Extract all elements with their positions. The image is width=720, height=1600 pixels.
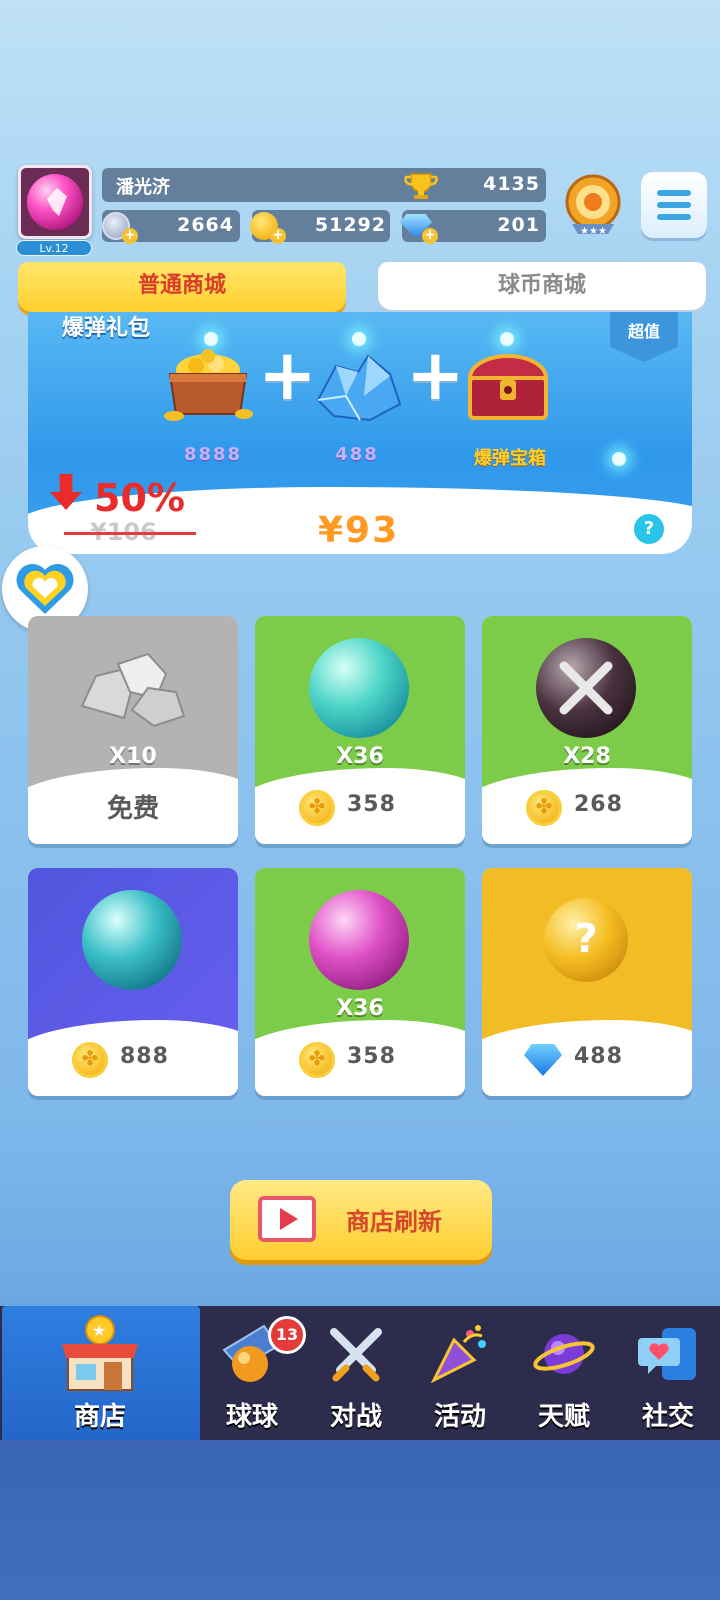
gold-chest-icon — [164, 349, 253, 421]
swirl-orb-icon — [82, 890, 182, 990]
nav-label: 球球 — [225, 1402, 278, 1432]
silver-ore-icon — [80, 652, 186, 728]
item-count: X36 — [336, 744, 384, 769]
discount-label: 50% — [94, 476, 185, 520]
menu-icon — [657, 190, 691, 196]
trophy-icon — [404, 173, 438, 199]
player-level: Lv.12 — [16, 240, 92, 256]
shop-card-cyan-orb[interactable]: X36 358 — [255, 616, 465, 844]
sale-price[interactable]: ¥93 — [318, 510, 399, 551]
player-name: 潘光济 — [116, 177, 170, 198]
crystal-pack-qty: 488 — [335, 444, 379, 465]
nav-label: 商店 — [73, 1402, 126, 1432]
price-strikethrough — [64, 532, 196, 535]
trophy-count: 4135 — [483, 173, 540, 195]
shop-card-swirl-orb[interactable]: 888 — [28, 868, 238, 1096]
nav-events[interactable]: 活动 — [408, 1306, 512, 1440]
nav-battle[interactable]: 对战 — [304, 1306, 408, 1440]
item-price: 888 — [120, 1044, 169, 1069]
diamond-value: 201 — [497, 214, 540, 236]
plus-icon: + — [406, 334, 465, 416]
nav-label: 社交 — [641, 1402, 694, 1432]
coin-icon — [526, 790, 562, 826]
menu-button[interactable] — [641, 172, 707, 238]
video-play-icon — [258, 1196, 316, 1242]
battle-swords-icon — [330, 1328, 382, 1382]
notification-badge: 13 — [268, 1316, 306, 1354]
nav-label: 对战 — [329, 1402, 382, 1432]
bomb-chest-label: 爆弹宝箱 — [474, 448, 546, 469]
nav-label: 天赋 — [537, 1402, 590, 1432]
energy-value: 2664 — [177, 214, 234, 236]
sparkle-icon — [612, 452, 626, 466]
coin-icon — [72, 1042, 108, 1078]
chat-heart-icon — [638, 1328, 696, 1380]
shop-card-pink-orb[interactable]: X36 358 — [255, 868, 465, 1096]
crystal-pile-icon — [316, 354, 402, 422]
cyan-orb-icon — [309, 638, 409, 738]
mystery-orb-icon: ? — [544, 898, 628, 982]
coin-icon — [299, 790, 335, 826]
heart-icon — [16, 563, 74, 614]
svg-text:★: ★ — [580, 226, 589, 237]
svg-text:★: ★ — [92, 1321, 106, 1340]
treasure-chest-icon — [467, 354, 549, 420]
item-price: 268 — [574, 792, 623, 817]
nav-social[interactable]: 社交 — [616, 1306, 720, 1440]
bottom-system-area — [0, 1440, 720, 1600]
planet-icon — [533, 1334, 595, 1374]
svg-text:★: ★ — [598, 226, 607, 237]
item-price: 免费 — [106, 794, 159, 824]
avatar-orb-icon — [27, 174, 83, 230]
player-avatar[interactable] — [18, 165, 92, 239]
coin-value: 51292 — [314, 214, 386, 236]
item-price: 358 — [347, 792, 396, 817]
menu-icon-line — [657, 202, 691, 208]
pink-orb-icon — [309, 890, 409, 990]
shop-card-swords-orb[interactable]: X28 268 — [482, 616, 692, 844]
shop-refresh-button[interactable]: 商店刷新 — [230, 1180, 492, 1260]
crossed-swords-orb-icon — [536, 638, 636, 738]
menu-icon-line — [657, 214, 691, 220]
refresh-label: 商店刷新 — [346, 1208, 442, 1236]
nav-talent[interactable]: 天赋 — [512, 1306, 616, 1440]
coin-add-button[interactable]: + — [246, 206, 286, 244]
plus-icon: + — [258, 334, 317, 416]
tab-normal-shop[interactable]: 普通商城 — [18, 262, 346, 312]
banner-title: 爆弹礼包 — [62, 316, 151, 341]
item-count: X10 — [109, 744, 157, 769]
nav-label: 活动 — [433, 1402, 486, 1432]
item-count: X28 — [563, 744, 611, 769]
shop-icon: ★ — [62, 1315, 138, 1391]
coin-icon — [299, 1042, 335, 1078]
item-price: 488 — [574, 1044, 623, 1069]
nav-shop[interactable]: ★ 商店 — [48, 1306, 152, 1440]
item-price: 358 — [347, 1044, 396, 1069]
shop-card-silver-ore[interactable]: X10 免费 — [28, 616, 238, 844]
item-count: X36 — [336, 996, 384, 1021]
svg-text:★: ★ — [589, 226, 598, 237]
diamond-add-button[interactable]: + — [398, 206, 438, 244]
tab-ball-coin-shop[interactable]: 球币商城 — [378, 262, 706, 310]
rank-badge-icon[interactable]: ★ ★ ★ — [562, 172, 624, 240]
help-icon[interactable]: ? — [634, 514, 664, 544]
coin-pack-qty: 8888 — [183, 444, 243, 465]
shop-card-mystery-orb[interactable]: ? 488 — [482, 868, 692, 1096]
party-popper-icon — [430, 1325, 486, 1384]
